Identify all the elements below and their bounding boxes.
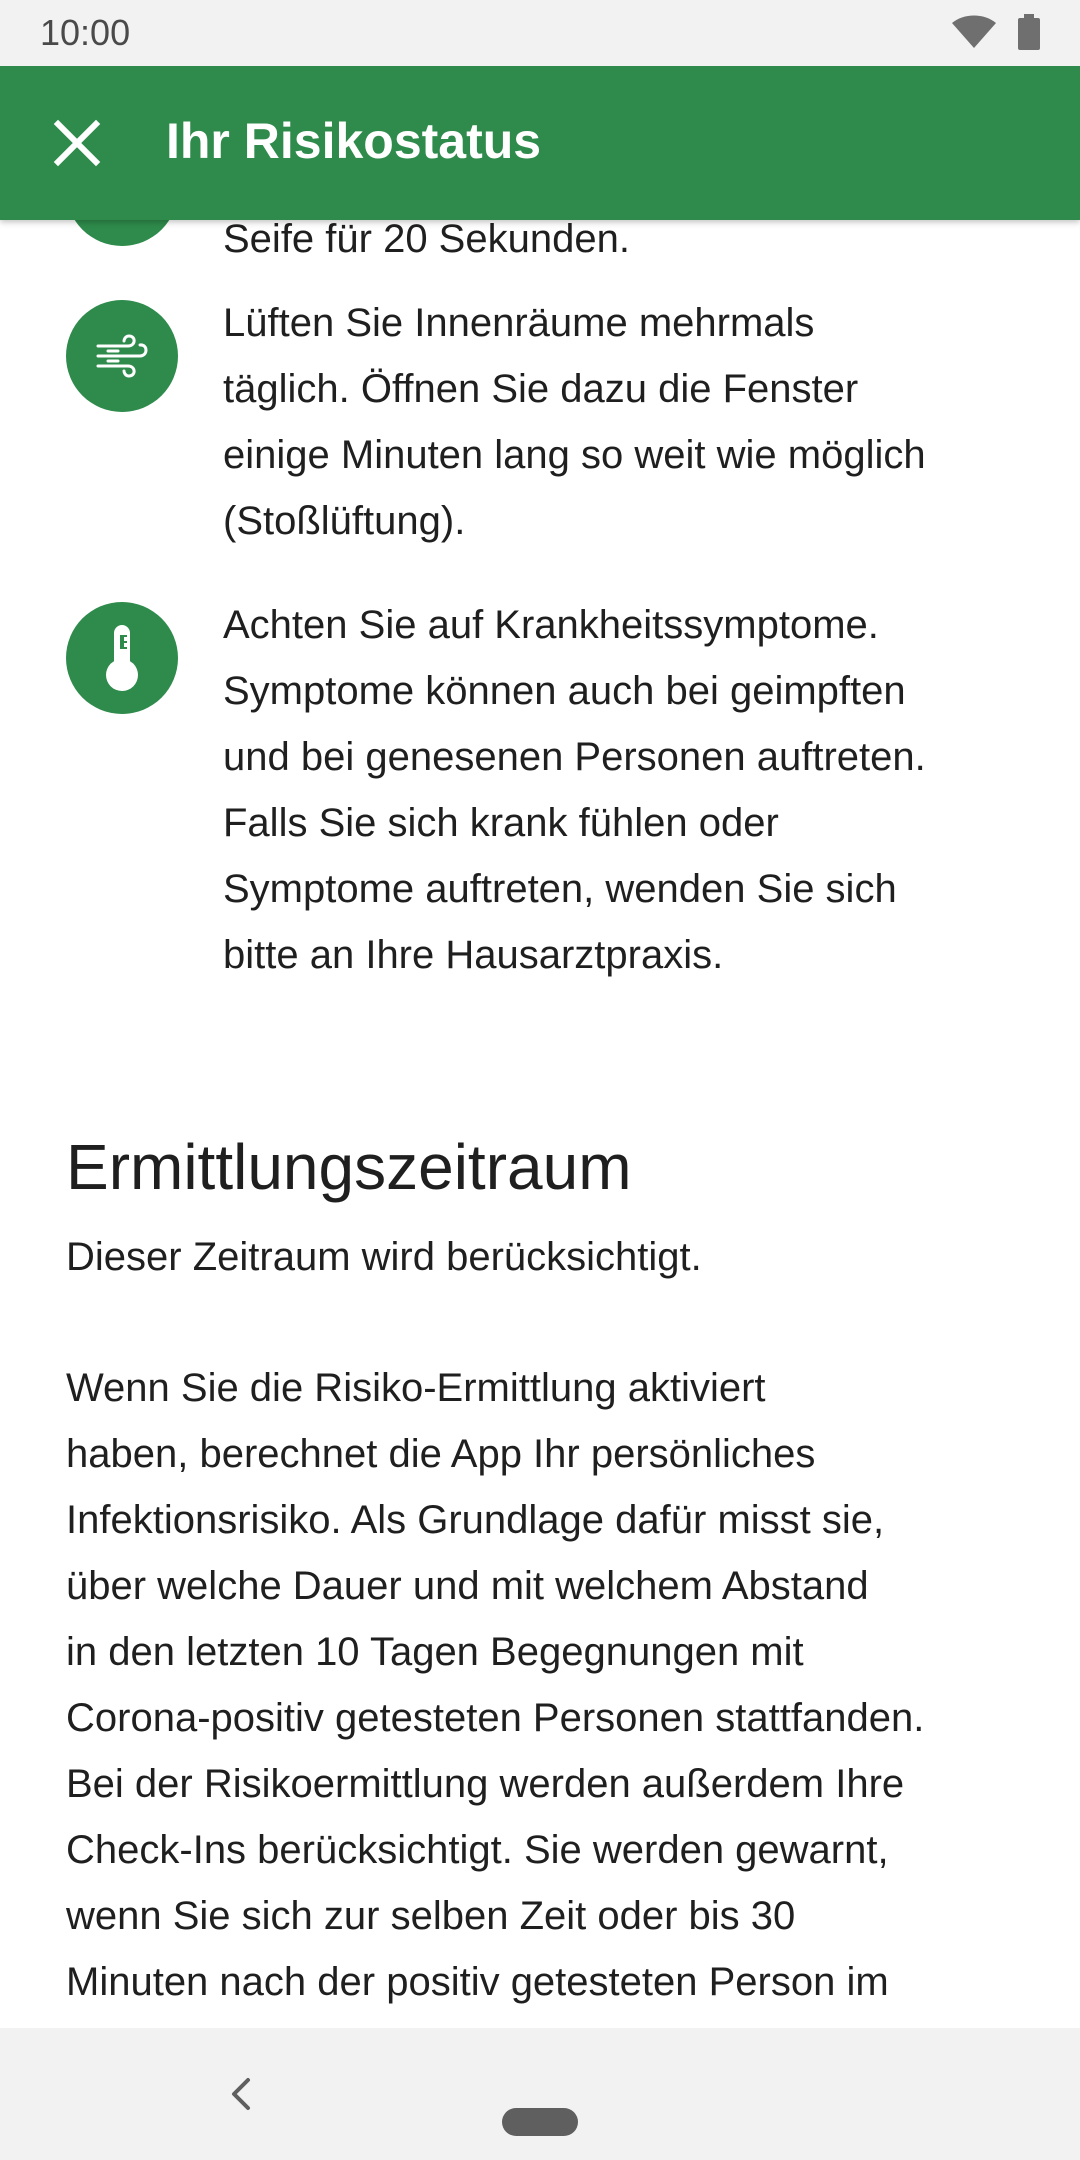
section-body: Wenn Sie die Risiko-Ermittlung aktiviert… [66,1355,1026,2015]
tip-symptoms-text: Achten Sie auf Krankheitssymptome. Sympt… [223,592,1013,988]
status-icons [952,14,1040,50]
section-subtitle: Dieser Zeitraum wird berücksichtigt. [66,1235,702,1279]
wifi-icon [952,15,996,48]
page-title: Ihr Risikostatus [166,113,542,169]
home-button[interactable] [502,2108,578,2136]
tip-symptoms-line: Achten Sie auf Krankheitssymptome. [223,603,879,647]
tip-ventilate-text: Lüften Sie Innenräume mehrmals täglich. … [223,290,1013,554]
tip-symptoms-line: Falls Sie sich krank fühlen oder [223,801,779,845]
risk-status-content[interactable]: Seife für 20 Sekunden. Lüften Sie Innenr… [0,0,1080,2028]
body-line: Wenn Sie die Risiko-Ermittlung aktiviert [66,1366,766,1410]
tip-symptoms-circle [66,602,178,714]
status-bar: 10:00 [0,0,1080,66]
body-line: über welche Dauer und mit welchem Abstan… [66,1564,869,1608]
tip-ventilate-line: täglich. Öffnen Sie dazu die Fenster [223,367,859,411]
back-icon[interactable] [220,2072,260,2116]
wind-icon [96,334,148,378]
thermometer-icon [106,625,138,691]
tip-ventilate-line: einige Minuten lang so weit wie möglich [223,433,926,477]
body-line: Infektionsrisiko. Als Grundlage dafür mi… [66,1498,885,1542]
tip-symptoms-line: bitte an Ihre Hausarztpraxis. [223,933,724,977]
navigation-bar [0,2028,1080,2160]
close-icon[interactable] [44,110,110,176]
body-line: Minuten nach der positiv getesteten Pers… [66,1960,889,2004]
body-line: Check-Ins berücksichtigt. Sie werden gew… [66,1828,889,1872]
battery-icon [1018,14,1040,50]
body-line: Bei der Risikoermittlung werden außerdem… [66,1762,905,1806]
tip-symptoms-line: Symptome auftreten, wenden Sie sich [223,867,897,911]
app-bar: Ihr Risikostatus [0,66,1080,220]
tip-ventilate-line: Lüften Sie Innenräume mehrmals [223,301,815,345]
tip-ventilate-circle [66,300,178,412]
body-line: haben, berechnet die App Ihr persönliche… [66,1432,816,1476]
body-line: wenn Sie sich zur selben Zeit oder bis 3… [66,1894,796,1938]
tip-symptoms-line: Symptome können auch bei geimpften [223,669,906,713]
body-line: Corona-positiv getesteten Personen statt… [66,1696,925,1740]
tip-symptoms-line: und bei genesenen Personen auftreten. [223,735,926,779]
section-title: Ermittlungszeitraum [66,1131,632,1203]
status-time: 10:00 [40,12,131,53]
tip-ventilate-line: (Stoßlüftung). [223,499,466,543]
body-line: in den letzten 10 Tagen Begegnungen mit [66,1630,804,1674]
